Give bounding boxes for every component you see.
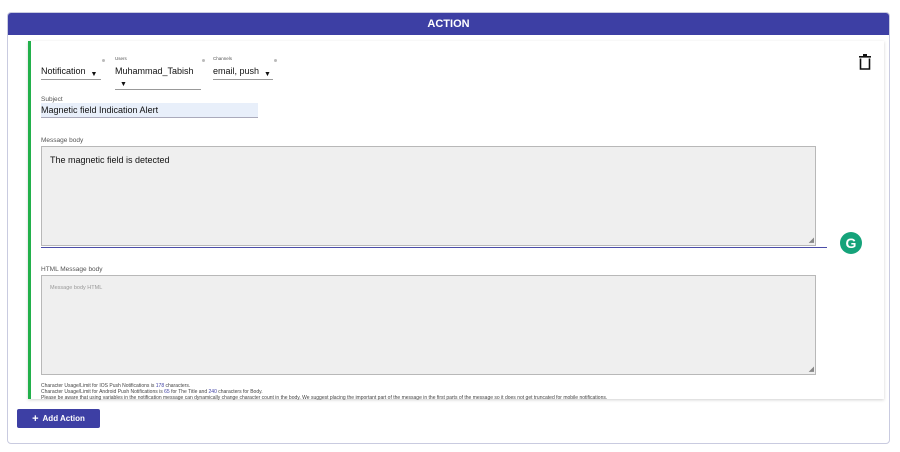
- channels-select-caption: Channels: [213, 56, 233, 61]
- message-body-label: Message body: [41, 137, 84, 144]
- info-dot-icon: [102, 59, 105, 62]
- message-body-text: The magnetic field is detected: [50, 155, 170, 165]
- trash-icon[interactable]: [858, 54, 872, 70]
- subject-label: Subject: [41, 96, 63, 103]
- grammarly-icon[interactable]: G: [840, 232, 862, 254]
- resize-handle-icon[interactable]: ◢: [809, 236, 814, 244]
- action-card: Notification ▼ Users Muhammad_Tabish ▼ Cha…: [28, 41, 884, 401]
- plus-icon: +: [32, 413, 39, 425]
- users-select-value: Muhammad_Tabish: [115, 66, 194, 76]
- info-dot-icon: [274, 59, 277, 62]
- subject-input[interactable]: Magnetic field Indication Alert: [41, 103, 258, 118]
- add-action-button[interactable]: + Add Action: [17, 409, 100, 428]
- panel-title: ACTION: [8, 13, 889, 35]
- html-message-body-textarea[interactable]: Message body HTML ◢: [41, 275, 816, 375]
- chevron-down-icon: ▼: [120, 81, 127, 88]
- chevron-down-icon: ▼: [90, 71, 98, 78]
- variables-warning-note: Please be aware that using variables in …: [41, 395, 608, 401]
- resize-handle-icon[interactable]: ◢: [809, 365, 814, 373]
- html-message-body-label: HTML Message body: [41, 266, 103, 273]
- type-select[interactable]: Notification ▼: [41, 59, 105, 80]
- type-select-value: Notification: [41, 66, 86, 76]
- message-body-textarea[interactable]: The magnetic field is detected ◢: [41, 146, 816, 246]
- action-panel: ACTION Notification ▼ Users Muhammad_Tabi…: [7, 12, 890, 444]
- users-select-caption: Users: [115, 56, 127, 61]
- chevron-down-icon: ▼: [264, 71, 271, 78]
- character-usage-notes: Character Usage/Limit for IOS Push Notif…: [41, 383, 607, 401]
- add-action-label: Add Action: [42, 414, 85, 423]
- channels-select[interactable]: Channels email, push ▼: [213, 56, 277, 80]
- channels-select-value: email, push: [213, 66, 260, 76]
- info-dot-icon: [202, 59, 205, 62]
- users-select[interactable]: Users Muhammad_Tabish ▼: [115, 56, 205, 90]
- html-message-placeholder: Message body HTML: [50, 285, 103, 291]
